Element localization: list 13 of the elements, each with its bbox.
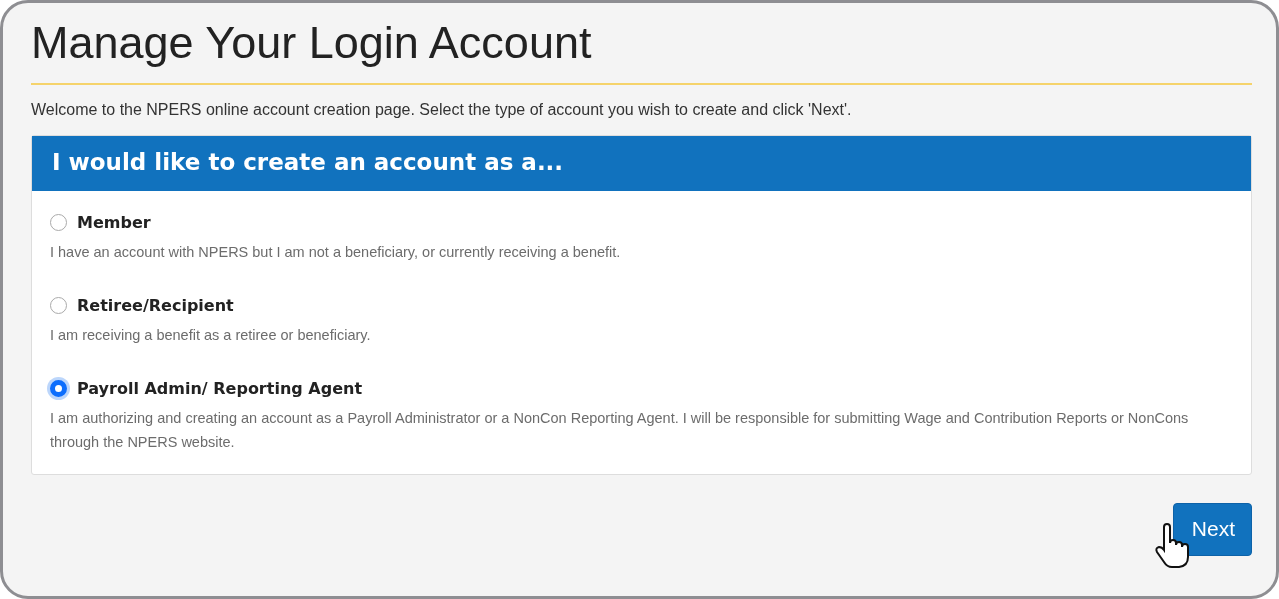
option-description: I am receiving a benefit as a retiree or beneficiary. bbox=[50, 326, 372, 345]
option-label[interactable]: Retiree/Recipient bbox=[77, 296, 234, 315]
card-title: I would like to create an account as a... bbox=[52, 149, 565, 175]
option-label[interactable]: Member bbox=[77, 213, 151, 232]
radio-button[interactable] bbox=[50, 380, 67, 397]
radio-button[interactable] bbox=[50, 214, 67, 231]
page-title: Manage Your Login Account bbox=[31, 17, 1252, 85]
intro-text: Welcome to the NPERS online account creation page. Select the type of account you wish to create and click 'Next'. bbox=[31, 101, 853, 119]
option-description: I have an account with NPERS but I am not a beneficiary, or currently receiving a benefit. bbox=[50, 243, 622, 262]
radio-button[interactable] bbox=[50, 297, 67, 314]
option-description: I am authorizing and creating an account as a Payroll Administrator or a NonCon Reporting Agent. I will be responsible for submitting Wage and Contribution Reports or NonCons through the NPERS website. bbox=[50, 409, 1190, 452]
option-label[interactable]: Payroll Admin/ Reporting Agent bbox=[77, 379, 363, 398]
next-button[interactable]: Next bbox=[1172, 503, 1252, 556]
